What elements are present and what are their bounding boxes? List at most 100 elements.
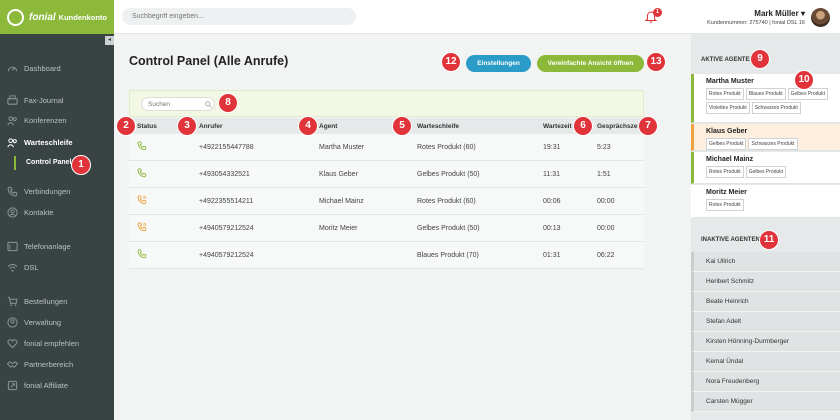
inactive-agents-list: Kai Ullrich Heribert Schmitz Beate Heinric… bbox=[691, 252, 840, 412]
phone-active-icon bbox=[137, 141, 147, 151]
inactive-agent-item[interactable]: Heribert Schmitz bbox=[691, 272, 840, 292]
sidebar-item-label: Verbindungen bbox=[24, 187, 71, 196]
sidebar-item-dashboard[interactable]: Dashboard bbox=[7, 63, 61, 74]
sidebar-item-bestellungen[interactable]: Bestellungen bbox=[7, 296, 67, 307]
wait-time: 01:31 bbox=[543, 251, 561, 259]
inactive-agent-item[interactable]: Stefan Adelt bbox=[691, 312, 840, 332]
table-row[interactable]: +4940579212524 Moritz Meier Gelbes Produkt… bbox=[129, 215, 644, 242]
talk-time: 5:23 bbox=[597, 143, 611, 151]
call-status bbox=[129, 222, 199, 234]
speedometer-icon bbox=[7, 66, 18, 72]
sidebar-item-verwaltung[interactable]: Verwaltung bbox=[7, 317, 61, 328]
sidebar-item-label: Kontakte bbox=[24, 208, 54, 217]
active-agent-card[interactable]: Michael Mainz Rotes Produkt Gelbes Produkt bbox=[691, 152, 840, 184]
call-status bbox=[129, 195, 199, 207]
inactive-agent-item[interactable]: Beate Heinrich bbox=[691, 292, 840, 312]
column-header-queue[interactable]: Warteschleife bbox=[417, 123, 543, 130]
agent-name: Michael Mainz bbox=[706, 156, 754, 163]
callout-badge: 1 bbox=[71, 155, 91, 175]
active-agents-title: AKTIVE AGENTEN bbox=[701, 57, 754, 63]
agent-name: Klaus Geber bbox=[319, 170, 358, 178]
affiliate-icon bbox=[7, 380, 18, 391]
column-header-talk-time[interactable]: Gesprächszeit bbox=[597, 123, 644, 130]
sidebar-item-dsl[interactable]: DSL bbox=[7, 262, 39, 273]
phone-icon bbox=[7, 186, 18, 197]
top-bar: 1 Mark Müller ▾ Kundennummer: 275740 | f… bbox=[114, 0, 840, 34]
notification-count-badge: 1 bbox=[653, 8, 662, 17]
queue-tag: Rotes Produkt bbox=[706, 166, 744, 178]
table-header: Status Anrufer Agent Warteschleife Warte… bbox=[129, 118, 644, 134]
sidebar-item-label: fonial empfehlen bbox=[24, 339, 80, 348]
sidebar-item-telefonanlage[interactable]: Telefonanlage bbox=[7, 241, 71, 252]
talk-time: 1:51 bbox=[597, 170, 611, 178]
caller-number: +4922355514211 bbox=[199, 197, 254, 205]
sidebar-item-fonial-affiliate[interactable]: fonial Affiliate bbox=[7, 380, 68, 391]
fax-icon bbox=[7, 95, 18, 105]
sidebar-item-label: Warteschleife bbox=[24, 138, 73, 147]
page-title: Control Panel (Alle Anrufe) bbox=[129, 54, 289, 68]
caller-number: +4922155447788 bbox=[199, 143, 254, 151]
active-agent-card[interactable]: Klaus Geber Gelbes Produkt Schwarzes Produ… bbox=[691, 124, 840, 151]
pbx-icon bbox=[7, 241, 18, 252]
sidebar-item-label: fonial Affiliate bbox=[24, 381, 69, 390]
sidebar-item-kontakte[interactable]: Kontakte bbox=[7, 207, 54, 218]
call-status bbox=[129, 141, 199, 153]
collapse-sidebar-icon[interactable]: ◂ bbox=[105, 36, 114, 45]
queue-name: Blaues Produkt (70) bbox=[417, 251, 479, 259]
active-agent-card[interactable]: Moritz Meier Rotes Produkt bbox=[691, 185, 840, 218]
sidebar-item-fax-journal[interactable]: Fax-Journal bbox=[7, 95, 64, 106]
settings-button[interactable]: Einstellungen bbox=[466, 55, 531, 72]
sidebar-item-warteschleife[interactable]: Warteschleife bbox=[7, 137, 73, 148]
table-row[interactable]: +4922155447788 Martha Muster Rotes Produkt… bbox=[129, 134, 644, 161]
call-status bbox=[129, 249, 199, 261]
global-search-input[interactable] bbox=[122, 8, 356, 25]
contacts-icon bbox=[7, 207, 18, 218]
wait-time: 00:06 bbox=[543, 197, 561, 205]
sidebar-item-verbindungen[interactable]: Verbindungen bbox=[7, 186, 70, 197]
callout-badge: 11 bbox=[759, 230, 779, 250]
sidebar-subitem-control-panel[interactable]: Control Panel bbox=[14, 156, 114, 170]
sidebar-item-partnerbereich[interactable]: Partnerbereich bbox=[7, 359, 73, 370]
agent-queue-tags: Rotes Produkt Gelbes Produkt bbox=[706, 166, 840, 178]
agent-name: Klaus Geber bbox=[706, 128, 748, 135]
inactive-agent-item[interactable]: Kirsten Hönning-Durmberger bbox=[691, 332, 840, 352]
agent-name: Martha Muster bbox=[319, 143, 365, 151]
talk-time: 00:00 bbox=[597, 197, 615, 205]
active-agent-card[interactable]: Martha Muster Rotes Produkt Blaues Produkt… bbox=[691, 74, 840, 123]
avatar[interactable] bbox=[811, 8, 830, 27]
agents-panel: AKTIVE AGENTEN Martha Muster Rotes Produk… bbox=[691, 34, 840, 420]
inactive-agent-item[interactable]: Carsten Mügger bbox=[691, 392, 840, 412]
inactive-agent-item[interactable]: Kai Ullrich bbox=[691, 252, 840, 272]
queue-name: Rotes Produkt (60) bbox=[417, 143, 476, 151]
table-row[interactable]: +4940579212524 Blaues Produkt (70) 01:31 06… bbox=[129, 242, 644, 269]
callout-badge: 7 bbox=[638, 116, 658, 136]
main-content: Control Panel (Alle Anrufe) Einstellunge… bbox=[114, 34, 691, 420]
user-name: Mark Müller bbox=[754, 9, 799, 18]
queue-tag: Gelbes Produkt bbox=[787, 88, 829, 100]
brand-logo[interactable]: fonial Kundenkonto bbox=[0, 0, 114, 34]
sidebar-item-konferenzen[interactable]: Konferenzen bbox=[7, 115, 67, 126]
sidebar-item-label: Telefonanlage bbox=[24, 242, 71, 251]
callout-badge: 3 bbox=[177, 116, 197, 136]
agent-queue-tags: Rotes Produkt Blaues Produkt Gelbes Produk… bbox=[706, 88, 840, 114]
sidebar-item-label: Control Panel bbox=[26, 159, 72, 166]
inactive-agent-item[interactable]: Kemal Ündal bbox=[691, 352, 840, 372]
chevron-down-icon: ▾ bbox=[798, 9, 805, 18]
sidebar-item-label: DSL bbox=[24, 263, 39, 272]
handshake-icon bbox=[7, 361, 18, 368]
table-search-input[interactable] bbox=[141, 97, 215, 111]
table-row[interactable]: +493054332521 Klaus Geber Gelbes Produkt (… bbox=[129, 161, 644, 188]
calls-table: Status Anrufer Agent Warteschleife Warte… bbox=[129, 118, 644, 269]
inactive-agents-title: INAKTIVE AGENTEN bbox=[701, 237, 760, 243]
queue-name: Gelbes Produkt (50) bbox=[417, 224, 480, 232]
agent-queue-tags: Gelbes Produkt Schwarzes Produkt bbox=[706, 138, 840, 150]
inactive-agent-item[interactable]: Nora Freudenberg bbox=[691, 372, 840, 392]
table-row[interactable]: +4922355514211 Michael Mainz Rotes Produkt… bbox=[129, 188, 644, 215]
talk-time: 00:00 bbox=[597, 224, 615, 232]
sidebar-item-label: Fax-Journal bbox=[24, 96, 64, 105]
callout-badge: 4 bbox=[298, 116, 318, 136]
sidebar-item-fonial-empfehlen[interactable]: fonial empfehlen bbox=[7, 338, 79, 349]
simple-view-button[interactable]: Vereinfachte Ansicht öffnen bbox=[537, 55, 644, 72]
wait-time: 19:31 bbox=[543, 143, 561, 151]
user-menu[interactable]: Mark Müller ▾ Kundennummer: 275740 | fon… bbox=[707, 9, 805, 26]
